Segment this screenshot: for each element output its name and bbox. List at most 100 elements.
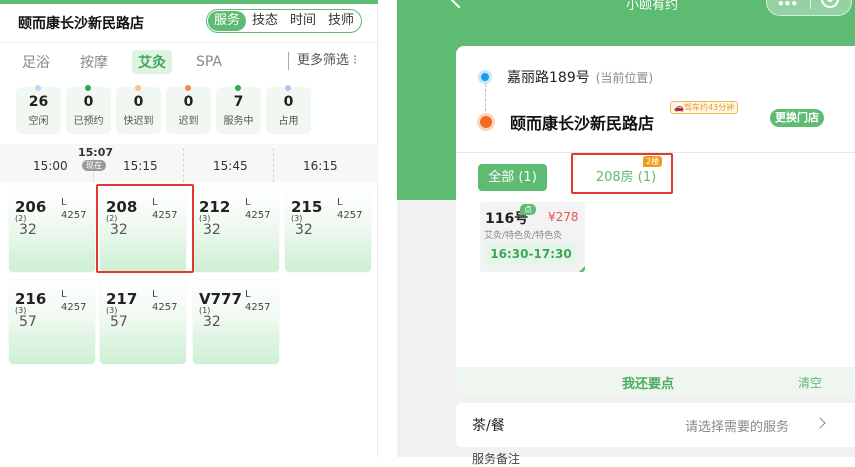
category-tabs: 足浴 按摩 艾灸 SPA (16, 48, 246, 76)
service-time: 16:30-17:30 (485, 243, 577, 265)
room-value: 32 (295, 222, 313, 238)
stat-label: 已预约 (73, 116, 104, 127)
more-filter-button[interactable]: 更多筛选 ⁝ (288, 52, 357, 70)
room-card[interactable]: V777 (1) L 4257 32 (193, 280, 279, 364)
category-tab-foot-bath[interactable]: 足浴 (16, 50, 56, 74)
change-store-button[interactable]: 更换门店 (770, 109, 824, 127)
stat-label: 空闲 (28, 116, 49, 127)
clear-button[interactable]: 清空 (798, 374, 822, 391)
stat-idle[interactable]: 26 空闲 (16, 85, 61, 134)
stat-in-service[interactable]: 7 服务中 (216, 85, 261, 134)
view-segmented-control: 服务 技态 时间 技师 (206, 9, 363, 33)
store-row: 颐而康长沙新民路店 (477, 110, 654, 134)
stat-late[interactable]: 0 迟到 (166, 85, 211, 134)
header-divider (0, 42, 378, 43)
view-tab-time[interactable]: 时间 (284, 11, 322, 31)
room-code: 4257 (61, 302, 87, 313)
partial-row-label: 服务备注 (472, 452, 521, 466)
close-circle-icon[interactable] (821, 0, 839, 8)
more-menu-icon[interactable]: ••• (777, 0, 798, 11)
status-dot-icon (35, 85, 41, 91)
room-card[interactable]: 212 (3) L 4257 32 (193, 188, 279, 272)
status-stats: 26 空闲 0 已预约 0 快迟到 0 迟到 7 服务中 0 占用 (16, 85, 316, 134)
view-tab-service[interactable]: 服务 (208, 11, 247, 31)
drive-time-tag: 🚗驾车约43分钟 (670, 101, 739, 114)
current-location-row: 嘉丽路189号 (当前位置) (478, 67, 653, 87)
chevron-right-icon (814, 417, 826, 429)
booking-card: 嘉丽路189号 (当前位置) 颐而康长沙新民路店 🚗驾车约43分钟 更换门店 全… (456, 46, 855, 396)
room-card[interactable]: 216 (3) L 4257 57 (9, 280, 95, 364)
room-code: 4257 (337, 210, 363, 221)
selected-room-highlight (96, 184, 194, 273)
room-status-panel: 颐而康长沙新民路店 服务 技态 时间 技师 足浴 按摩 艾灸 SPA 更多筛选 ⁝… (0, 0, 378, 457)
room-size: L (61, 289, 67, 300)
stat-label: 占用 (278, 116, 299, 127)
room-size: L (152, 289, 158, 300)
category-tab-spa[interactable]: SPA (190, 52, 228, 72)
room-size: L (245, 289, 251, 300)
selected-room-tab-highlight (571, 153, 673, 194)
stat-occupied[interactable]: 0 占用 (266, 85, 311, 134)
room-code: 4257 (245, 302, 271, 313)
more-filter-label: 更多筛选 (297, 53, 350, 68)
room-code: 4257 (245, 210, 271, 221)
status-dot-icon (85, 85, 91, 91)
room-value: 57 (110, 314, 128, 330)
status-dot-icon (185, 85, 191, 91)
timeline-tick: 15:00 (33, 159, 68, 173)
top-accent-line (0, 0, 378, 4)
service-price: ¥278 (548, 210, 579, 224)
assigned-tag: 点 (520, 204, 536, 215)
room-code: 4257 (61, 210, 87, 221)
mini-program-capsule: ••• (766, 0, 852, 16)
tab-all[interactable]: 全部 (1) (478, 164, 547, 191)
service-description: 艾灸/特色灸/特色灸 (484, 231, 563, 241)
room-code: 4257 (152, 302, 178, 313)
now-badge: 现在 (82, 160, 106, 171)
timeline-tick: 15:45 (213, 159, 248, 173)
service-card[interactable]: 116号 点 ¥278 艾灸/特色灸/特色灸 16:30-17:30 (480, 202, 585, 272)
service-area: 全部 (1) 208房 (1) 2楼 116号 点 ¥278 艾灸/特色灸/特色… (456, 152, 855, 367)
category-tab-moxibustion[interactable]: 艾灸 (132, 50, 172, 74)
capsule-divider (810, 0, 811, 9)
store-dot-icon (477, 113, 495, 131)
timeline-tick: 15:15 (123, 159, 158, 173)
more-dots-icon: ⁝ (353, 53, 358, 68)
location-dot-icon (478, 70, 492, 84)
status-dot-icon (135, 85, 141, 91)
room-value: 57 (19, 314, 37, 330)
stat-label: 快迟到 (123, 116, 154, 127)
tea-meal-label: 茶/餐 (472, 418, 505, 434)
stat-label: 服务中 (223, 116, 254, 127)
view-tab-tech-status[interactable]: 技态 (246, 11, 284, 31)
timeline-divider (183, 148, 184, 182)
store-name: 颐而康长沙新民路店 (18, 16, 144, 32)
room-value: 32 (203, 222, 221, 238)
stat-almost-late[interactable]: 0 快迟到 (116, 85, 161, 134)
tea-meal-row[interactable]: 茶/餐 请选择需要的服务 (456, 403, 855, 447)
room-size: L (245, 197, 251, 208)
room-value: 32 (19, 222, 37, 238)
order-bar: 我还要点 清空 (456, 367, 855, 396)
booking-panel: 小颐有约 ••• 嘉丽路189号 (当前位置) 颐而康长沙新民路店 🚗驾车约43… (397, 0, 855, 466)
corner-triangle-icon (579, 266, 585, 272)
status-dot-icon (285, 85, 291, 91)
stat-label: 迟到 (178, 116, 199, 127)
store-name: 颐而康长沙新民路店 (510, 114, 655, 133)
room-size: L (337, 197, 343, 208)
stat-reserved[interactable]: 0 已预约 (66, 85, 111, 134)
category-tab-massage[interactable]: 按摩 (74, 50, 114, 74)
order-more-button[interactable]: 我还要点 (622, 373, 674, 392)
current-location: 嘉丽路189号 (507, 70, 590, 86)
view-tab-technician[interactable]: 技师 (322, 11, 360, 31)
room-card[interactable]: 206 (2) L 4257 32 (9, 188, 95, 272)
timeline-tick: 16:15 (303, 159, 338, 173)
room-card[interactable]: 215 (3) L 4257 32 (285, 188, 371, 272)
timeline: 15:00 15:15 15:45 16:15 15:07 现在 (0, 144, 378, 182)
current-location-note: (当前位置) (595, 70, 654, 85)
room-card[interactable]: 217 (3) L 4257 57 (100, 280, 186, 364)
timeline-divider (273, 148, 274, 182)
status-dot-icon (235, 85, 241, 91)
current-time: 15:07 (78, 146, 114, 159)
page-title: 小颐有约 (626, 0, 679, 13)
